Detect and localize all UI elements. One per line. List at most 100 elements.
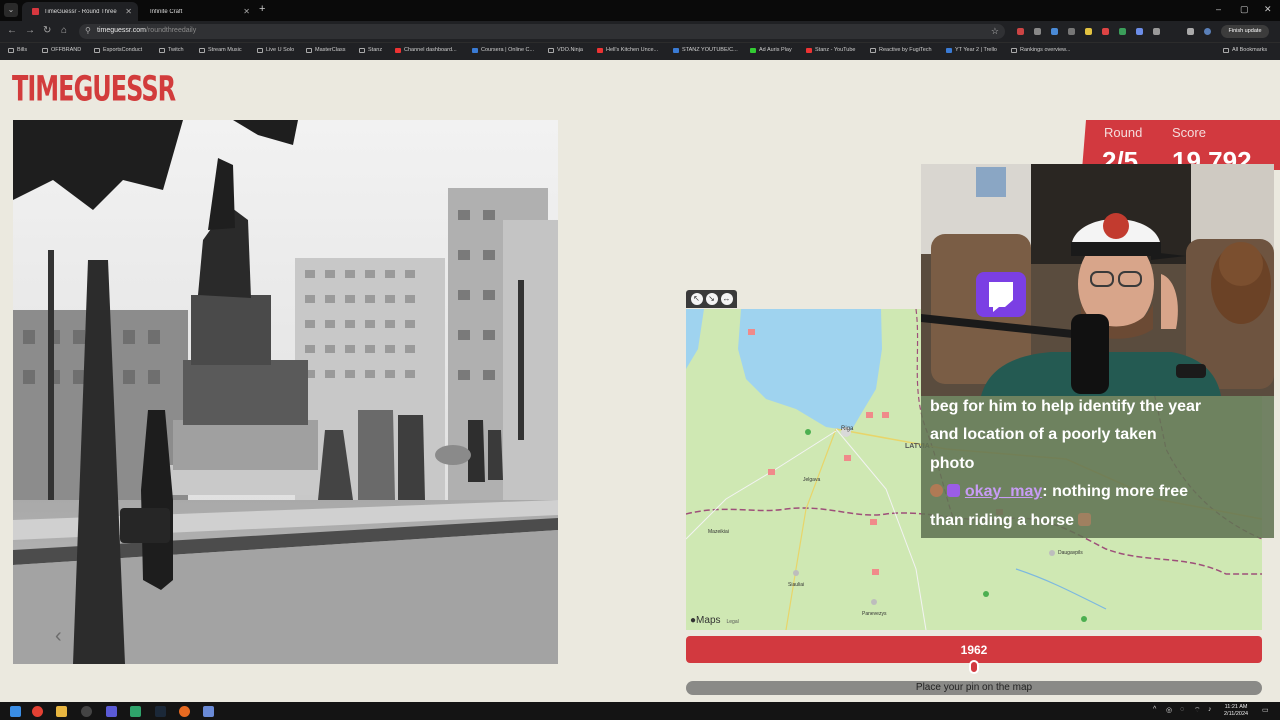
extension-icon[interactable]: [1085, 28, 1092, 35]
zoom-in-icon[interactable]: ↖: [690, 293, 703, 305]
bookmark-label: Stanz - YouTube: [815, 47, 856, 53]
close-tab-icon[interactable]: ✕: [243, 7, 250, 16]
start-menu-icon[interactable]: [10, 706, 21, 717]
bookmark-item[interactable]: Stanz: [359, 47, 382, 53]
reactive-icon: [870, 47, 876, 53]
extension-icon[interactable]: [1102, 28, 1109, 35]
bookmark-item[interactable]: Bills: [8, 47, 27, 53]
previous-photo-icon[interactable]: ‹: [55, 625, 62, 648]
side-panel-icon[interactable]: [1187, 28, 1194, 35]
bookmark-item[interactable]: Twitch: [159, 47, 184, 53]
new-tab-icon[interactable]: +: [259, 3, 265, 15]
bookmark-label: Bills: [17, 47, 28, 53]
url-host: timeguessr.com: [97, 27, 147, 34]
extension-icon[interactable]: [1051, 28, 1058, 35]
close-window-icon[interactable]: ✕: [1264, 4, 1272, 15]
folder-icon: [42, 47, 48, 53]
extension-icon[interactable]: [1136, 28, 1143, 35]
bookmark-item[interactable]: YT Year 2 | Trello: [946, 47, 997, 53]
expand-map-icon[interactable]: ↔: [720, 293, 733, 305]
finish-update-button[interactable]: Finish update: [1221, 25, 1269, 38]
bookmark-item[interactable]: Coursera | Online C...: [472, 47, 534, 53]
bookmark-item[interactable]: VDO.Ninja: [548, 47, 583, 53]
bookmark-item[interactable]: Reactive by FugiTech: [870, 47, 932, 53]
year-slider-track[interactable]: 1962: [686, 636, 1262, 663]
bookmark-item[interactable]: Ad Auris Play: [750, 47, 792, 53]
year-slider-handle[interactable]: [969, 660, 979, 674]
app-icon[interactable]: [130, 706, 141, 717]
file-explorer-icon[interactable]: [56, 706, 67, 717]
tab-search-icon[interactable]: ⌄: [4, 3, 18, 17]
extension-icon[interactable]: [1017, 28, 1024, 35]
discord-icon[interactable]: [106, 706, 117, 717]
obs-icon[interactable]: [81, 706, 92, 717]
home-icon[interactable]: ⌂: [61, 25, 67, 36]
reload-icon[interactable]: ↻: [43, 25, 51, 36]
clock-time: 11:21 AM: [1224, 704, 1248, 710]
tray-app-icon[interactable]: ◎: [1166, 706, 1172, 714]
chat-username: okay_may: [964, 483, 1043, 500]
timeguessr-favicon-icon: [32, 8, 39, 15]
map-legal-link[interactable]: Legal: [727, 619, 739, 625]
minimize-icon[interactable]: –: [1216, 4, 1221, 14]
url-text: timeguessr.com/roundthreedaily: [97, 27, 196, 34]
zoom-out-icon[interactable]: ↘: [705, 293, 718, 305]
maximize-icon[interactable]: ▢: [1240, 4, 1249, 15]
bookmark-item[interactable]: EsportsConduct: [94, 47, 142, 53]
clock-date: 2/11/2024: [1224, 711, 1249, 717]
round-photo[interactable]: [13, 120, 558, 664]
bookmark-item[interactable]: Stanz - YouTube: [806, 47, 855, 53]
map-label-mazeikiai: Mazeikiai: [708, 529, 729, 535]
extension-icon[interactable]: [1119, 28, 1126, 35]
tab-title: TimeGuessr - Round Three: [44, 8, 117, 15]
all-bookmarks[interactable]: All Bookmarks: [1223, 47, 1267, 53]
tab-timeguessr[interactable]: TimeGuessr - Round Three ✕: [22, 2, 138, 21]
map-label-siauliai: Siauliai: [788, 582, 805, 588]
extensions-puzzle-icon[interactable]: [1153, 28, 1160, 35]
firefox-icon[interactable]: [179, 706, 190, 717]
bookmark-label: Stanz: [368, 47, 383, 53]
network-icon[interactable]: ⌔: [1194, 706, 1201, 715]
bookmark-item[interactable]: Hell's Kitchen Unce...: [597, 47, 658, 53]
map-label-daugavpils: Daugavpils: [1058, 550, 1083, 556]
tab-infinite-craft[interactable]: Infinite Craft ✕: [140, 2, 256, 21]
chrome-icon[interactable]: [32, 706, 43, 717]
bookmark-item[interactable]: Rankings overview...: [1011, 47, 1070, 53]
map-attribution: ●Maps Legal: [690, 615, 739, 626]
site-info-icon[interactable]: ⚲: [85, 26, 91, 35]
place-pin-button[interactable]: Place your pin on the map: [686, 681, 1262, 695]
bookmark-item[interactable]: Live U Solo: [257, 47, 294, 53]
bookmark-item[interactable]: STANZ YOUTUBE/C...: [673, 47, 738, 53]
profile-avatar[interactable]: [1204, 28, 1211, 35]
bookmark-item[interactable]: OFFBRAND: [42, 47, 81, 53]
system-clock[interactable]: 11:21 AM 2/11/2024: [1224, 704, 1248, 718]
volume-icon[interactable]: ♪: [1208, 706, 1212, 713]
forward-icon[interactable]: →: [25, 25, 35, 36]
back-icon[interactable]: ←: [7, 25, 17, 36]
address-bar[interactable]: ⚲ timeguessr.com/roundthreedaily ☆: [79, 24, 1005, 39]
map-label-panevezys: Panevezys: [862, 611, 887, 617]
bookmarks-bar: Bills OFFBRAND EsportsConduct Twitch Str…: [0, 42, 1280, 60]
masterclass-icon: [306, 47, 312, 53]
tray-overflow-icon[interactable]: ^: [1153, 706, 1156, 713]
bookmark-label: STANZ YOUTUBE/C...: [682, 47, 738, 53]
bookmark-item[interactable]: Channel dashboard...: [395, 47, 457, 53]
tab-title: Infinite Craft: [150, 8, 183, 15]
folder-icon: [199, 47, 205, 53]
extension-icon[interactable]: [1068, 28, 1075, 35]
app-icon[interactable]: [203, 706, 214, 717]
chat-text: than riding a horse: [930, 512, 1075, 529]
steam-icon[interactable]: [155, 706, 166, 717]
close-tab-icon[interactable]: ✕: [125, 7, 132, 16]
browser-tab-strip: ⌄ TimeGuessr - Round Three ✕ Infinite Cr…: [0, 0, 1280, 21]
map-label-jelgava: Jelgava: [803, 477, 821, 483]
map-label-riga: Riga: [841, 426, 854, 432]
bookmark-item[interactable]: Stream Music: [199, 47, 242, 53]
bookmark-star-icon[interactable]: ☆: [991, 26, 999, 37]
youtube-icon: [597, 47, 603, 53]
extension-icon[interactable]: [1034, 28, 1041, 35]
notifications-icon[interactable]: ▭: [1262, 706, 1269, 714]
bookmark-item[interactable]: MasterClass: [306, 47, 346, 53]
timeguessr-logo[interactable]: TIMEGUESSR: [12, 70, 176, 108]
tray-app-icon[interactable]: ◌: [1180, 706, 1184, 713]
